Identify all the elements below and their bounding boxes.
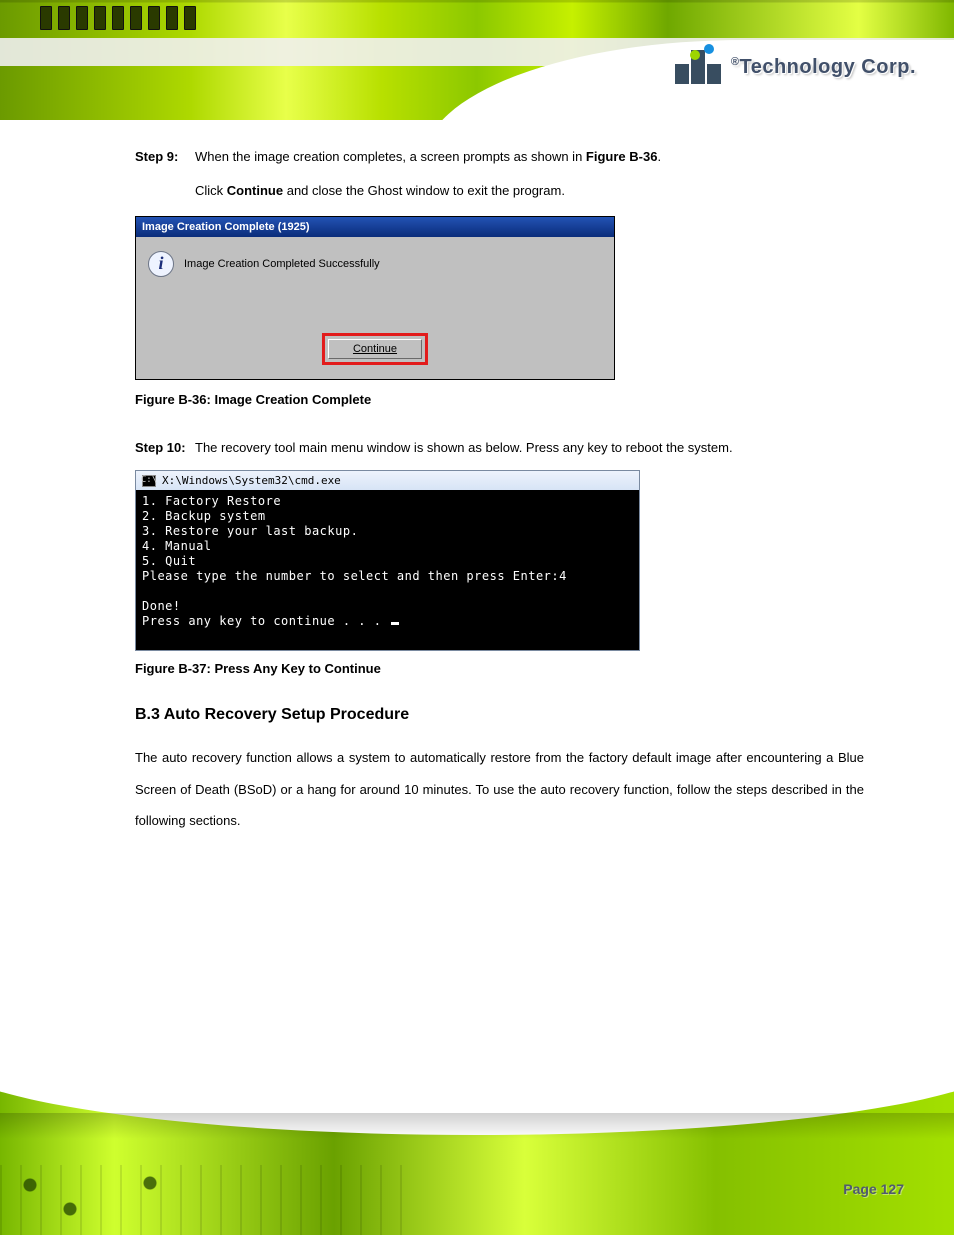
figure-37-caption: Figure B-37: Press Any Key to Continue	[135, 661, 864, 676]
brand-block: ®Technology Corp.	[675, 50, 916, 84]
step-10-number: Step 10:	[135, 431, 186, 465]
page-number: Page 127	[843, 1181, 904, 1197]
figure-ghost-dialog: Image Creation Complete (1925) i Image C…	[135, 216, 615, 380]
page-footer: Page 127	[0, 1055, 954, 1235]
page-header: ®Technology Corp.	[0, 0, 954, 120]
step-9: Step 9: When the image creation complete…	[135, 140, 864, 208]
footer-shadow	[0, 1113, 954, 1139]
section-title: B.3 Auto Recovery Setup Procedure	[135, 706, 864, 724]
footer-decor-pcb	[0, 1165, 420, 1235]
figure-36-caption: Figure B-36: Image Creation Complete	[135, 392, 864, 407]
header-decor-chips	[40, 6, 434, 36]
figure-cmd-window: C:\ X:\Windows\System32\cmd.exe 1. Facto…	[135, 470, 640, 651]
cmd-title-text: X:\Windows\System32\cmd.exe	[162, 474, 341, 487]
continue-button[interactable]: Continue	[328, 339, 422, 359]
cursor-icon	[391, 622, 399, 625]
page-content: Step 9: When the image creation complete…	[0, 120, 954, 836]
ghost-titlebar: Image Creation Complete (1925)	[136, 217, 614, 237]
step-10-text: The recovery tool main menu window is sh…	[195, 440, 733, 455]
cmd-body: 1. Factory Restore 2. Backup system 3. R…	[136, 490, 639, 650]
cmd-titlebar: C:\ X:\Windows\System32\cmd.exe	[136, 471, 639, 490]
ghost-message: Image Creation Completed Successfully	[184, 258, 380, 270]
section-body: The auto recovery function allows a syst…	[135, 742, 864, 836]
step-9-line1: When the image creation completes, a scr…	[195, 149, 661, 164]
step-10: Step 10: The recovery tool main menu win…	[135, 431, 864, 465]
brand-text: ®Technology Corp.	[731, 56, 916, 79]
step-9-line2: Click Continue and close the Ghost windo…	[195, 183, 565, 198]
logo-icon	[675, 50, 721, 84]
info-icon: i	[148, 251, 174, 277]
continue-button-highlight: Continue	[322, 333, 428, 365]
step-9-number: Step 9:	[135, 140, 178, 174]
cmd-icon: C:\	[142, 475, 156, 487]
